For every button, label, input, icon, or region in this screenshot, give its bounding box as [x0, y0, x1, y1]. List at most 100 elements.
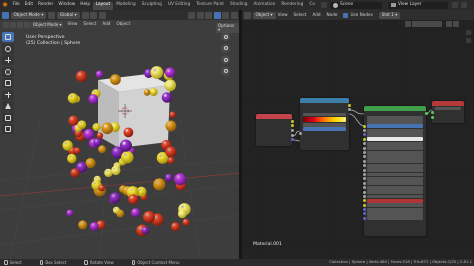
bsdf-input-socket[interactable] [362, 194, 366, 198]
sphere-object[interactable] [89, 222, 99, 231]
sphere-object[interactable] [119, 139, 132, 152]
sphere-object[interactable] [170, 222, 180, 232]
snap-icon[interactable] [90, 11, 98, 19]
bsdf-input-field[interactable] [362, 128, 423, 133]
tool-select-box[interactable] [2, 32, 14, 42]
sphere-object[interactable] [128, 194, 139, 205]
sphere-object[interactable] [112, 206, 120, 214]
sphere-object[interactable] [123, 127, 134, 138]
tool-measure[interactable] [2, 112, 14, 123]
sphere-object[interactable] [101, 122, 113, 135]
menu-edit[interactable]: Edit [22, 0, 35, 10]
sphere-object[interactable] [150, 66, 164, 79]
sphere-object[interactable] [131, 208, 141, 218]
tab-uv-editing[interactable]: UV Editing [165, 2, 193, 10]
sphere-object[interactable] [96, 132, 104, 139]
bsdf-input-socket[interactable] [362, 146, 366, 150]
viewport-menu-select[interactable]: Select [83, 22, 96, 26]
sphere-object[interactable] [167, 157, 175, 164]
color-ramp-mode-field[interactable] [303, 112, 346, 117]
tab-compositing[interactable]: Co [306, 2, 318, 10]
bsdf-input-field[interactable] [362, 163, 423, 168]
sphere-object[interactable] [62, 140, 73, 151]
node-menu-select[interactable]: Select [294, 12, 307, 17]
pin-icon[interactable] [453, 21, 459, 27]
sphere-object[interactable] [93, 138, 102, 147]
sphere-object[interactable] [95, 70, 103, 78]
sphere-object[interactable] [165, 146, 177, 158]
shader-type-dropdown[interactable]: Object ▾ [252, 11, 276, 19]
sphere-object[interactable] [67, 153, 77, 164]
texture-socket[interactable] [290, 128, 294, 132]
sphere-object[interactable] [98, 184, 105, 192]
xray-icon[interactable] [205, 11, 212, 19]
volume-socket[interactable] [430, 115, 434, 119]
sphere-object[interactable] [110, 74, 121, 85]
bsdf-input-socket[interactable] [362, 159, 366, 163]
sphere-object[interactable] [174, 173, 187, 186]
node-menu-node[interactable]: Node [327, 12, 338, 17]
fake-user-icon[interactable] [446, 21, 452, 27]
output-node-header[interactable] [432, 101, 464, 106]
texture-node[interactable] [256, 114, 294, 146]
blender-logo-icon[interactable]: ◉ [0, 0, 10, 10]
sphere-object[interactable] [141, 226, 149, 235]
sphere-object[interactable] [182, 218, 190, 226]
bsdf-input-socket[interactable] [362, 129, 366, 133]
bsdf-input-socket[interactable] [362, 199, 366, 203]
bsdf-distribution-field[interactable] [367, 116, 423, 120]
visibility-icon[interactable] [188, 11, 195, 19]
sphere-object[interactable] [121, 151, 134, 164]
bsdf-input-field[interactable] [362, 141, 423, 146]
bsdf-input-socket[interactable] [362, 124, 366, 128]
sphere-object[interactable] [67, 93, 79, 104]
bsdf-input-field[interactable] [362, 212, 423, 216]
shading-material-icon[interactable] [222, 11, 229, 19]
bsdf-input-field[interactable] [362, 155, 423, 159]
menu-file[interactable]: File [10, 0, 22, 10]
perspective-grid-icon[interactable] [221, 66, 230, 76]
select-invert-icon[interactable] [24, 21, 30, 28]
sphere-object[interactable] [149, 88, 158, 96]
output-target-field[interactable] [435, 106, 461, 111]
tool-add-cube[interactable] [2, 124, 14, 134]
color-ramp-pos-field[interactable] [303, 123, 346, 127]
transform-orientation-dropdown[interactable]: Global ▾ [56, 11, 80, 19]
material-selector[interactable] [412, 21, 442, 27]
bsdf-input-socket[interactable] [362, 168, 366, 172]
texture-socket[interactable] [290, 133, 294, 137]
pan-hand-icon[interactable] [221, 43, 230, 53]
sphere-object[interactable] [88, 94, 99, 104]
material-output-node[interactable] [430, 101, 464, 123]
bsdf-input-field[interactable] [362, 172, 423, 177]
tab-shading[interactable]: Shading [227, 2, 250, 10]
sphere-object[interactable] [143, 89, 151, 96]
bsdf-input-field[interactable] [362, 176, 423, 181]
bsdf-input-socket[interactable] [362, 190, 366, 194]
proportional-edit-icon[interactable] [98, 11, 106, 19]
node-options-icon[interactable] [466, 38, 471, 43]
bsdf-input-field[interactable] [362, 146, 423, 151]
bsdf-input-socket[interactable] [362, 208, 366, 212]
tool-scale[interactable] [2, 78, 14, 88]
sphere-object[interactable] [78, 220, 88, 230]
select-extend-icon[interactable] [10, 21, 16, 28]
bsdf-input-socket[interactable] [362, 164, 366, 168]
bsdf-input-socket[interactable] [362, 137, 366, 141]
tool-transform[interactable] [2, 89, 14, 100]
sphere-object[interactable] [164, 67, 176, 78]
bsdf-input-socket[interactable] [362, 203, 366, 207]
shading-rendered-icon[interactable] [230, 11, 238, 19]
sphere-object[interactable] [165, 120, 177, 132]
color-ramp-node[interactable] [298, 98, 351, 150]
mode-dropdown[interactable]: Object Mode ▾ [10, 11, 47, 19]
bsdf-input-field[interactable] [362, 133, 423, 137]
menu-help[interactable]: Help [78, 0, 93, 10]
sphere-object[interactable] [70, 168, 80, 178]
node-editor-type-icon[interactable] [244, 11, 251, 19]
bsdf-input-field[interactable] [362, 168, 423, 173]
color-ramp-gradient[interactable] [303, 117, 346, 123]
3d-viewport[interactable]: Object Mode ▾ Global ▾ Object Mode ▾ Vie… [0, 10, 239, 259]
select-subtract-icon[interactable] [17, 21, 23, 28]
bsdf-input-socket[interactable] [362, 151, 366, 155]
